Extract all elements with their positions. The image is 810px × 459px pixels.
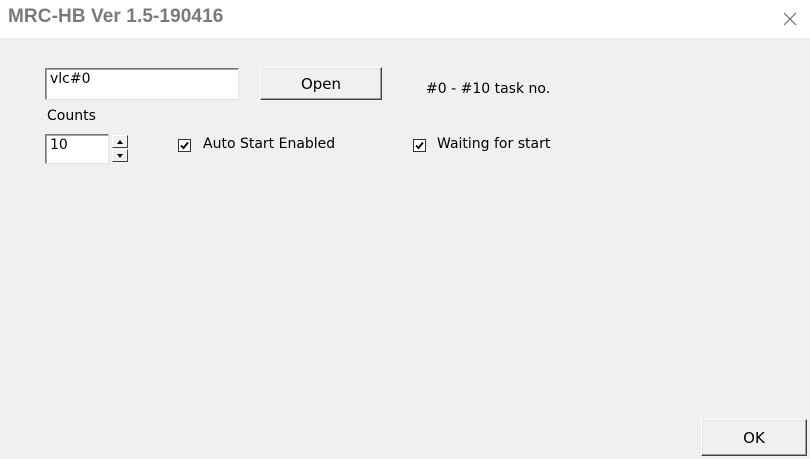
- arrow-down-icon: [117, 153, 123, 158]
- checkmark-icon: [415, 141, 424, 150]
- close-icon: [783, 12, 797, 26]
- title-bar[interactable]: MRC-HB Ver 1.5-190416: [0, 0, 810, 38]
- open-button[interactable]: Open: [260, 67, 382, 100]
- spin-up-button[interactable]: [112, 135, 128, 148]
- dialog-window: MRC-HB Ver 1.5-190416 vlc#0 Open #0 - #1…: [0, 0, 810, 459]
- counts-input[interactable]: 10: [45, 134, 109, 164]
- auto-start-checkbox[interactable]: [178, 139, 191, 152]
- auto-start-label[interactable]: Auto Start Enabled: [203, 136, 335, 152]
- waiting-for-start-label[interactable]: Waiting for start: [437, 136, 550, 152]
- task-range-hint: #0 - #10 task no.: [426, 81, 551, 97]
- client-area: vlc#0 Open #0 - #10 task no. Counts 10 A…: [0, 38, 810, 459]
- checkmark-icon: [180, 141, 189, 150]
- close-button[interactable]: [770, 0, 810, 38]
- counts-spinner[interactable]: [112, 135, 128, 163]
- window-title: MRC-HB Ver 1.5-190416: [8, 6, 224, 27]
- counts-label: Counts: [47, 108, 96, 124]
- spin-down-button[interactable]: [112, 149, 128, 162]
- ok-button[interactable]: OK: [701, 419, 807, 456]
- task-name-input[interactable]: vlc#0: [45, 68, 239, 100]
- arrow-up-icon: [117, 139, 123, 144]
- waiting-for-start-checkbox[interactable]: [413, 139, 426, 152]
